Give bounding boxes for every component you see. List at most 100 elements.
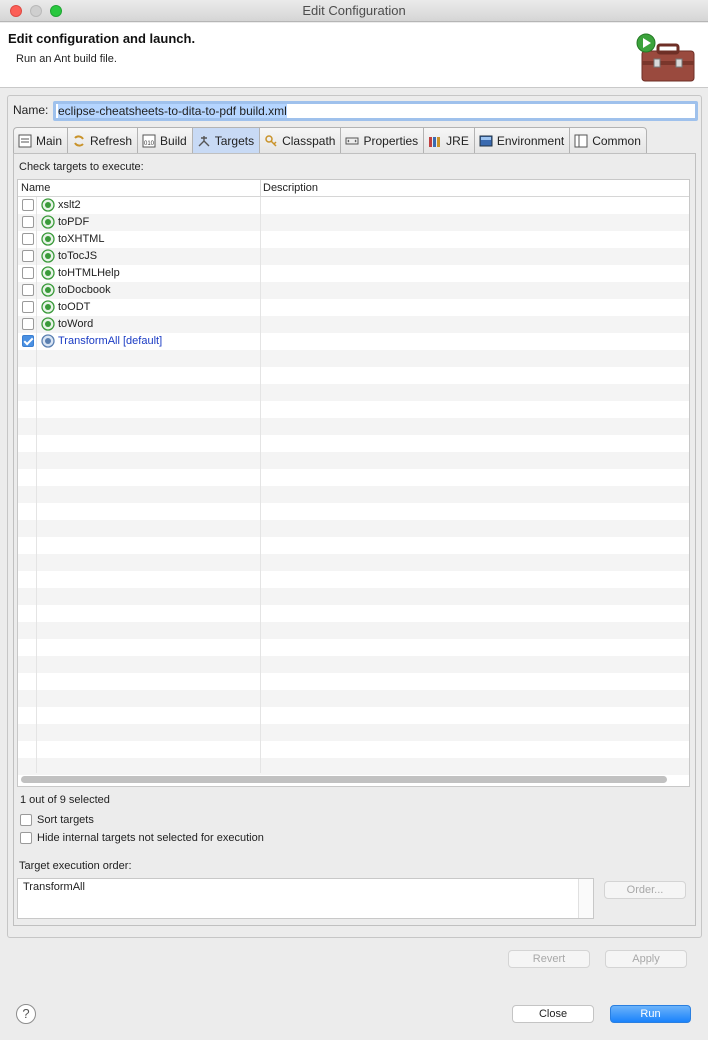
empty-row — [18, 605, 689, 622]
table-header: Name Description — [18, 180, 689, 197]
checkbox[interactable] — [20, 832, 32, 844]
close-button[interactable]: Close — [512, 1005, 594, 1023]
table-row[interactable]: TransformAll [default] — [18, 333, 689, 350]
refresh-icon — [71, 133, 87, 149]
target-name: toXHTML — [58, 233, 105, 245]
table-row[interactable]: toWord — [18, 316, 689, 333]
target-checkbox[interactable] — [22, 284, 34, 296]
checkbox[interactable] — [20, 814, 32, 826]
tab-label: Build — [160, 134, 187, 148]
empty-row — [18, 537, 689, 554]
targets-table[interactable]: Name Description xslt2 toPDF toXHTML toTocJ… — [17, 179, 690, 787]
tab-label: Environment — [496, 134, 565, 148]
execution-order-list[interactable]: TransformAll — [17, 878, 594, 919]
target-checkbox[interactable] — [22, 335, 34, 347]
dialog-header: Edit configuration and launch. Run an An… — [0, 23, 708, 88]
window-close-button[interactable] — [10, 5, 22, 17]
vertical-scrollbar[interactable] — [578, 879, 593, 918]
common-icon — [573, 133, 589, 149]
target-checkbox[interactable] — [22, 233, 34, 245]
order-button[interactable]: Order... — [604, 881, 686, 899]
target-name: toPDF — [58, 216, 90, 228]
environment-icon — [478, 133, 494, 149]
selection-count: 1 out of 9 selected — [20, 794, 110, 806]
horizontal-scrollbar[interactable] — [21, 776, 667, 783]
empty-row — [18, 520, 689, 537]
header-title: Edit configuration and launch. — [8, 31, 196, 46]
tab-environment[interactable]: Environment — [474, 127, 571, 154]
tab-jre[interactable]: JRE — [424, 127, 475, 154]
apply-button[interactable]: Apply — [605, 950, 687, 968]
target-name: xslt2 — [58, 199, 81, 211]
target-name: toTocJS — [58, 250, 98, 262]
sort-targets-checkbox[interactable]: Sort targets — [20, 814, 94, 826]
jre-icon — [427, 133, 443, 149]
build-icon: 010 — [141, 133, 157, 149]
svg-text:010: 010 — [144, 141, 155, 147]
tab-label: Common — [592, 134, 641, 148]
table-row[interactable]: toHTMLHelp — [18, 265, 689, 282]
window-minimize-button[interactable] — [30, 5, 42, 17]
target-icon — [41, 198, 55, 212]
name-input[interactable]: eclipse-cheatsheets-to-dita-to-pdf build… — [53, 101, 698, 121]
run-button[interactable]: Run — [610, 1005, 691, 1023]
column-header-description[interactable]: Description — [263, 182, 318, 194]
toolbox-run-icon — [636, 33, 695, 82]
tab-properties[interactable]: Properties — [341, 127, 425, 154]
empty-row — [18, 758, 689, 775]
window-title: Edit Configuration — [302, 3, 406, 18]
target-checkbox[interactable] — [22, 216, 34, 228]
column-divider — [36, 197, 37, 773]
classpath-icon — [263, 133, 279, 149]
empty-row — [18, 469, 689, 486]
empty-row — [18, 571, 689, 588]
column-divider — [260, 180, 261, 197]
tab-common[interactable]: Common — [570, 127, 647, 154]
tab-targets[interactable]: Targets — [192, 127, 261, 154]
tab-refresh[interactable]: Refresh — [68, 127, 139, 154]
table-row[interactable]: toTocJS — [18, 248, 689, 265]
empty-row — [18, 639, 689, 656]
table-row[interactable]: toXHTML — [18, 231, 689, 248]
title-bar: Edit Configuration — [0, 0, 708, 22]
execution-order-value: TransformAll — [23, 881, 85, 893]
target-icon — [41, 249, 55, 263]
tab-classpath[interactable]: Classpath — [260, 127, 342, 154]
tab-main[interactable]: Main — [13, 127, 69, 154]
column-divider — [260, 197, 261, 773]
tab-label: Main — [36, 134, 63, 148]
empty-row — [18, 452, 689, 469]
table-row[interactable]: toPDF — [18, 214, 689, 231]
table-row[interactable]: xslt2 — [18, 197, 689, 214]
tab-label: Targets — [214, 134, 255, 148]
table-row[interactable]: toDocbook — [18, 282, 689, 299]
window-maximize-button[interactable] — [50, 5, 62, 17]
column-header-name[interactable]: Name — [21, 182, 50, 194]
target-icon — [41, 300, 55, 314]
empty-row — [18, 673, 689, 690]
tab-build[interactable]: 010 Build — [138, 127, 193, 154]
target-checkbox[interactable] — [22, 318, 34, 330]
tab-bar: Main Refresh 010 Build Targets Classpath… — [13, 127, 647, 154]
targets-icon — [196, 133, 212, 149]
empty-row — [18, 554, 689, 571]
target-checkbox[interactable] — [22, 301, 34, 313]
revert-button[interactable]: Revert — [508, 950, 590, 968]
target-checkbox[interactable] — [22, 267, 34, 279]
main-icon — [17, 133, 33, 149]
table-row[interactable]: toODT — [18, 299, 689, 316]
tab-label: Classpath — [282, 134, 336, 148]
target-checkbox[interactable] — [22, 250, 34, 262]
target-name: toDocbook — [58, 284, 111, 296]
help-icon[interactable]: ? — [16, 1004, 36, 1024]
properties-icon — [344, 133, 360, 149]
empty-row — [18, 656, 689, 673]
target-name: TransformAll [default] — [58, 335, 163, 347]
hide-internal-checkbox[interactable]: Hide internal targets not selected for e… — [20, 832, 264, 844]
empty-row — [18, 588, 689, 605]
target-icon — [41, 283, 55, 297]
empty-row — [18, 418, 689, 435]
tab-label: JRE — [446, 134, 469, 148]
empty-row — [18, 486, 689, 503]
target-checkbox[interactable] — [22, 199, 34, 211]
